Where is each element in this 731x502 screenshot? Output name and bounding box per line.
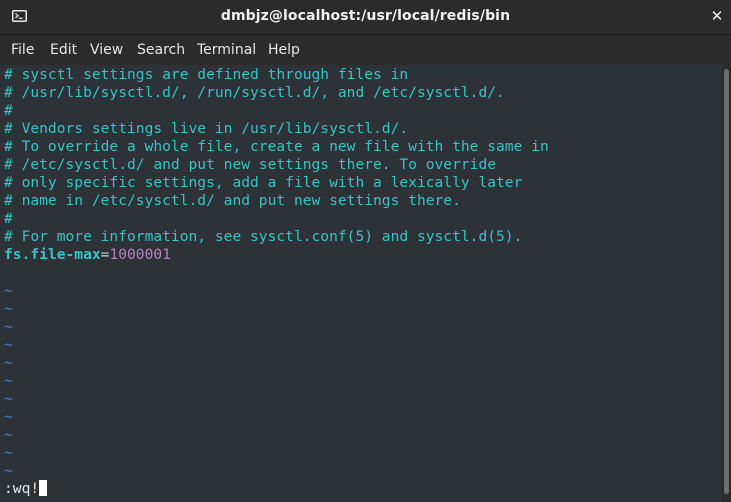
close-icon[interactable]: ✕ [709,7,725,25]
empty-line-tilde: ~ [4,354,13,371]
empty-line-tilde: ~ [4,318,13,335]
comment-line: # sysctl settings are defined through fi… [4,66,409,83]
empty-line-tilde: ~ [4,408,13,425]
comment-line: # To override a whole file, create a new… [4,138,549,155]
empty-line-tilde: ~ [4,426,13,443]
comment-line: # only specific settings, add a file wit… [4,174,523,191]
menu-view[interactable]: View [90,42,123,58]
comment-line: # Vendors settings live in /usr/lib/sysc… [4,120,409,137]
empty-line-tilde: ~ [4,300,13,317]
menu-help[interactable]: Help [268,42,300,58]
scrollbar-thumb[interactable] [724,69,729,494]
terminal-content[interactable]: # sysctl settings are defined through fi… [0,65,722,502]
terminal-window: dmbjz@localhost:/usr/local/redis/bin ✕ F… [0,0,731,502]
command-line[interactable]: :wq! [4,480,48,498]
comment-line: # name in /etc/sysctl.d/ and put new set… [4,192,461,209]
comment-line: # For more information, see sysctl.conf(… [4,228,523,245]
setting-value: 1000001 [109,246,171,263]
empty-line-tilde: ~ [4,282,13,299]
text-cursor [39,480,48,496]
comment-line: # /usr/lib/sysctl.d/, /run/sysctl.d/, an… [4,84,505,101]
comment-line: # [4,210,13,227]
menu-search[interactable]: Search [137,42,185,58]
menu-edit[interactable]: Edit [50,42,77,58]
comment-line: # [4,102,13,119]
menu-terminal[interactable]: Terminal [197,42,256,58]
menu-file[interactable]: File [11,42,34,58]
command-text: :wq! [4,480,40,497]
setting-line: fs.file-max=1000001 [4,246,171,264]
empty-line-tilde: ~ [4,372,13,389]
title-bar[interactable]: dmbjz@localhost:/usr/local/redis/bin ✕ [0,0,731,34]
setting-key: fs.file-max [4,246,101,263]
empty-line-tilde: ~ [4,444,13,461]
empty-line-tilde: ~ [4,390,13,407]
comment-line: # /etc/sysctl.d/ and put new settings th… [4,156,497,173]
empty-line-tilde: ~ [4,336,13,353]
menu-bar: File Edit View Search Terminal Help [0,34,731,65]
empty-line-tilde: ~ [4,462,13,479]
scrollbar[interactable] [722,65,731,502]
window-title: dmbjz@localhost:/usr/local/redis/bin [220,8,511,24]
